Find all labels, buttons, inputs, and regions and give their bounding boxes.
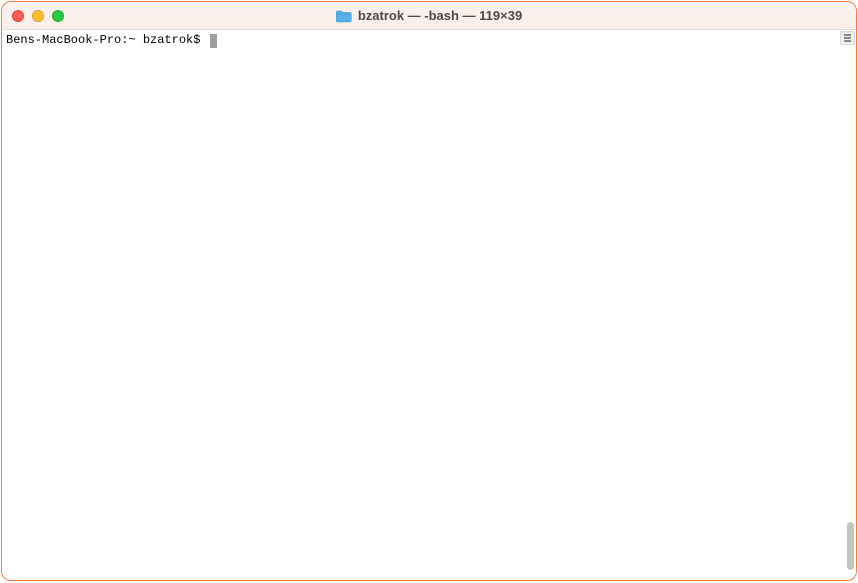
scroll-indicator-icon[interactable] xyxy=(840,31,855,45)
zoom-button[interactable] xyxy=(52,10,64,22)
window-titlebar[interactable]: bzatrok — -bash — 119×39 xyxy=(2,2,856,30)
prompt-line: Bens-MacBook-Pro:~ bzatrok$ xyxy=(6,33,852,48)
minimize-button[interactable] xyxy=(32,10,44,22)
terminal-content[interactable]: Bens-MacBook-Pro:~ bzatrok$ xyxy=(2,30,856,580)
window-title: bzatrok — -bash — 119×39 xyxy=(358,8,522,23)
terminal-window: bzatrok — -bash — 119×39 Bens-MacBook-Pr… xyxy=(1,1,857,581)
window-title-container: bzatrok — -bash — 119×39 xyxy=(336,8,522,23)
close-button[interactable] xyxy=(12,10,24,22)
shell-prompt: Bens-MacBook-Pro:~ bzatrok$ xyxy=(6,33,208,48)
cursor xyxy=(210,34,217,48)
traffic-lights xyxy=(2,10,64,22)
scrollbar-thumb[interactable] xyxy=(847,522,854,570)
folder-icon xyxy=(336,9,352,23)
